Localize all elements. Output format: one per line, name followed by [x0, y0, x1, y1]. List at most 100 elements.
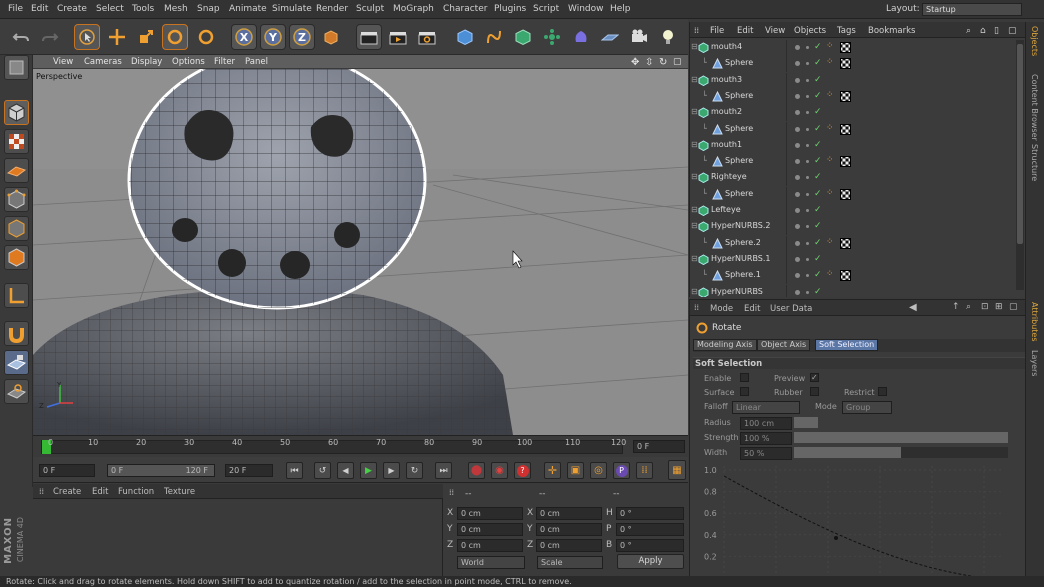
enabled-check-icon[interactable]: ✓	[814, 42, 822, 52]
render-dot-icon[interactable]	[806, 209, 809, 212]
move-view-icon[interactable]: ✥	[631, 57, 639, 68]
enabled-check-icon[interactable]: ✓	[814, 205, 822, 215]
enabled-check-icon[interactable]: ✓	[814, 156, 822, 166]
play-button[interactable]: ▶	[360, 462, 377, 479]
om-scrollbar[interactable]	[1016, 40, 1024, 290]
size-y-field[interactable]: 0 cm	[536, 523, 602, 536]
phong-tag-icon[interactable]: ⁘	[826, 41, 836, 51]
render-dot-icon[interactable]	[806, 46, 809, 49]
menu-animate[interactable]: Animate	[229, 4, 267, 14]
om-menu-tags[interactable]: Tags	[837, 26, 856, 36]
vtab-structure[interactable]: Structure	[1030, 144, 1039, 181]
visibility-dot-icon[interactable]	[795, 191, 800, 197]
object-name[interactable]: mouth1	[711, 140, 742, 149]
material-menu-function[interactable]: Function	[118, 487, 154, 497]
edges-mode-button[interactable]	[4, 216, 29, 241]
apply-button[interactable]: Apply	[617, 554, 684, 569]
prev-key-button[interactable]: ↺	[314, 462, 331, 479]
workplane-lock-button[interactable]	[4, 350, 29, 375]
render-dot-icon[interactable]	[806, 62, 809, 66]
visibility-dot-icon[interactable]	[795, 45, 800, 50]
object-row[interactable]: ⊟ Righteye ✓	[690, 170, 1018, 187]
z-axis-button[interactable]: Z	[289, 24, 315, 50]
visibility-dot-icon[interactable]	[795, 175, 800, 181]
falloff-select[interactable]: Linear	[732, 401, 800, 414]
enabled-check-icon[interactable]: ✓	[814, 91, 822, 101]
vp-menu-view[interactable]: View	[53, 57, 73, 67]
object-name[interactable]: HyperNURBS	[711, 287, 763, 296]
enable-checkbox[interactable]	[740, 373, 749, 382]
object-row[interactable]: ⊟ mouth1 ✓	[690, 137, 1018, 154]
object-row[interactable]: └ Sphere ✓ ⁘	[690, 154, 1018, 171]
tree-expand-icon[interactable]: ⊟	[691, 287, 698, 296]
material-tag-icon[interactable]	[840, 188, 851, 200]
enabled-check-icon[interactable]: ✓	[814, 140, 822, 150]
workplane-button[interactable]	[4, 158, 29, 183]
menu-render[interactable]: Render	[316, 4, 348, 14]
points-mode-button[interactable]	[4, 187, 29, 212]
phong-tag-icon[interactable]: ⁘	[826, 90, 836, 100]
menu-snap[interactable]: Snap	[197, 4, 220, 14]
render-dot-icon[interactable]	[806, 176, 809, 180]
up-arrow-icon[interactable]: ↑	[952, 302, 960, 312]
object-name[interactable]: Righteye	[711, 172, 747, 181]
vtab-layers[interactable]: Layers	[1030, 350, 1039, 376]
coord-scale-select[interactable]: Scale	[537, 556, 603, 569]
camera-button[interactable]	[626, 24, 652, 50]
coordinate-system-button[interactable]	[318, 24, 344, 50]
spline-button[interactable]	[481, 24, 507, 50]
rotate-view-icon[interactable]: ↻	[659, 57, 667, 68]
cube-button[interactable]	[452, 24, 478, 50]
vtab-attributes[interactable]: Attributes	[1030, 302, 1039, 342]
rubber-checkbox[interactable]	[810, 387, 819, 396]
next-frame-button[interactable]: ▶	[383, 462, 400, 479]
width-slider[interactable]	[794, 447, 1008, 458]
enabled-check-icon[interactable]: ✓	[814, 287, 822, 297]
vp-menu-options[interactable]: Options	[172, 57, 205, 67]
vp-menu-panel[interactable]: Panel	[245, 57, 268, 67]
menu-mograph[interactable]: MoGraph	[393, 4, 434, 14]
menu-edit[interactable]: Edit	[31, 4, 48, 14]
menu-create[interactable]: Create	[57, 4, 87, 14]
visibility-dot-icon[interactable]	[795, 273, 800, 279]
attr-menu-edit[interactable]: Edit	[744, 304, 760, 314]
render-view-button[interactable]	[356, 24, 382, 50]
object-name[interactable]: Lefteye	[711, 205, 741, 214]
attr-menu-user-data[interactable]: User Data	[770, 304, 812, 314]
strength-field[interactable]: 100 %	[740, 432, 792, 445]
render-dot-icon[interactable]	[806, 274, 809, 278]
render-picture-viewer-button[interactable]	[385, 24, 411, 50]
key-pla-button[interactable]: ⁞⁞	[636, 462, 653, 479]
mode-select[interactable]: Group	[842, 401, 892, 414]
make-editable-button[interactable]	[4, 55, 29, 80]
object-name[interactable]: Sphere	[725, 91, 753, 100]
size-x-field[interactable]: 0 cm	[536, 507, 602, 520]
prev-frame-button[interactable]: ◀	[337, 462, 354, 479]
visibility-dot-icon[interactable]	[795, 289, 800, 295]
keyframe-help-button[interactable]: ?	[514, 462, 531, 479]
enabled-check-icon[interactable]: ✓	[814, 58, 822, 68]
phong-tag-icon[interactable]: ⁘	[826, 237, 836, 247]
axis-mode-button[interactable]	[4, 283, 29, 308]
rotation-b-field[interactable]: 0 °	[616, 539, 684, 552]
menu-sculpt[interactable]: Sculpt	[356, 4, 384, 14]
rotation-h-field[interactable]: 0 °	[616, 507, 684, 520]
render-dot-icon[interactable]	[806, 111, 809, 115]
object-name[interactable]: Sphere	[725, 58, 753, 67]
object-row[interactable]: └ Sphere.1 ✓ ⁘	[690, 268, 1018, 285]
object-row[interactable]: └ Sphere ✓ ⁘	[690, 56, 1018, 73]
object-row[interactable]: ⊟ HyperNURBS.2 ✓	[690, 219, 1018, 236]
tree-expand-icon[interactable]: ⊟	[691, 107, 698, 116]
render-dot-icon[interactable]	[806, 290, 809, 294]
menu-window[interactable]: Window	[568, 4, 604, 14]
size-z-field[interactable]: 0 cm	[536, 539, 602, 552]
goto-end-button[interactable]: ⏭	[435, 462, 452, 479]
object-row[interactable]: └ Sphere ✓ ⁘	[690, 88, 1018, 105]
visibility-dot-icon[interactable]	[795, 77, 800, 83]
object-name[interactable]: mouth2	[711, 107, 742, 116]
tab-modeling-axis[interactable]: Modeling Axis	[693, 339, 757, 351]
material-tag-icon[interactable]	[840, 42, 851, 53]
visibility-dot-icon[interactable]	[795, 110, 800, 116]
tree-expand-icon[interactable]: ⊟	[691, 75, 698, 84]
menu-help[interactable]: Help	[610, 4, 631, 14]
